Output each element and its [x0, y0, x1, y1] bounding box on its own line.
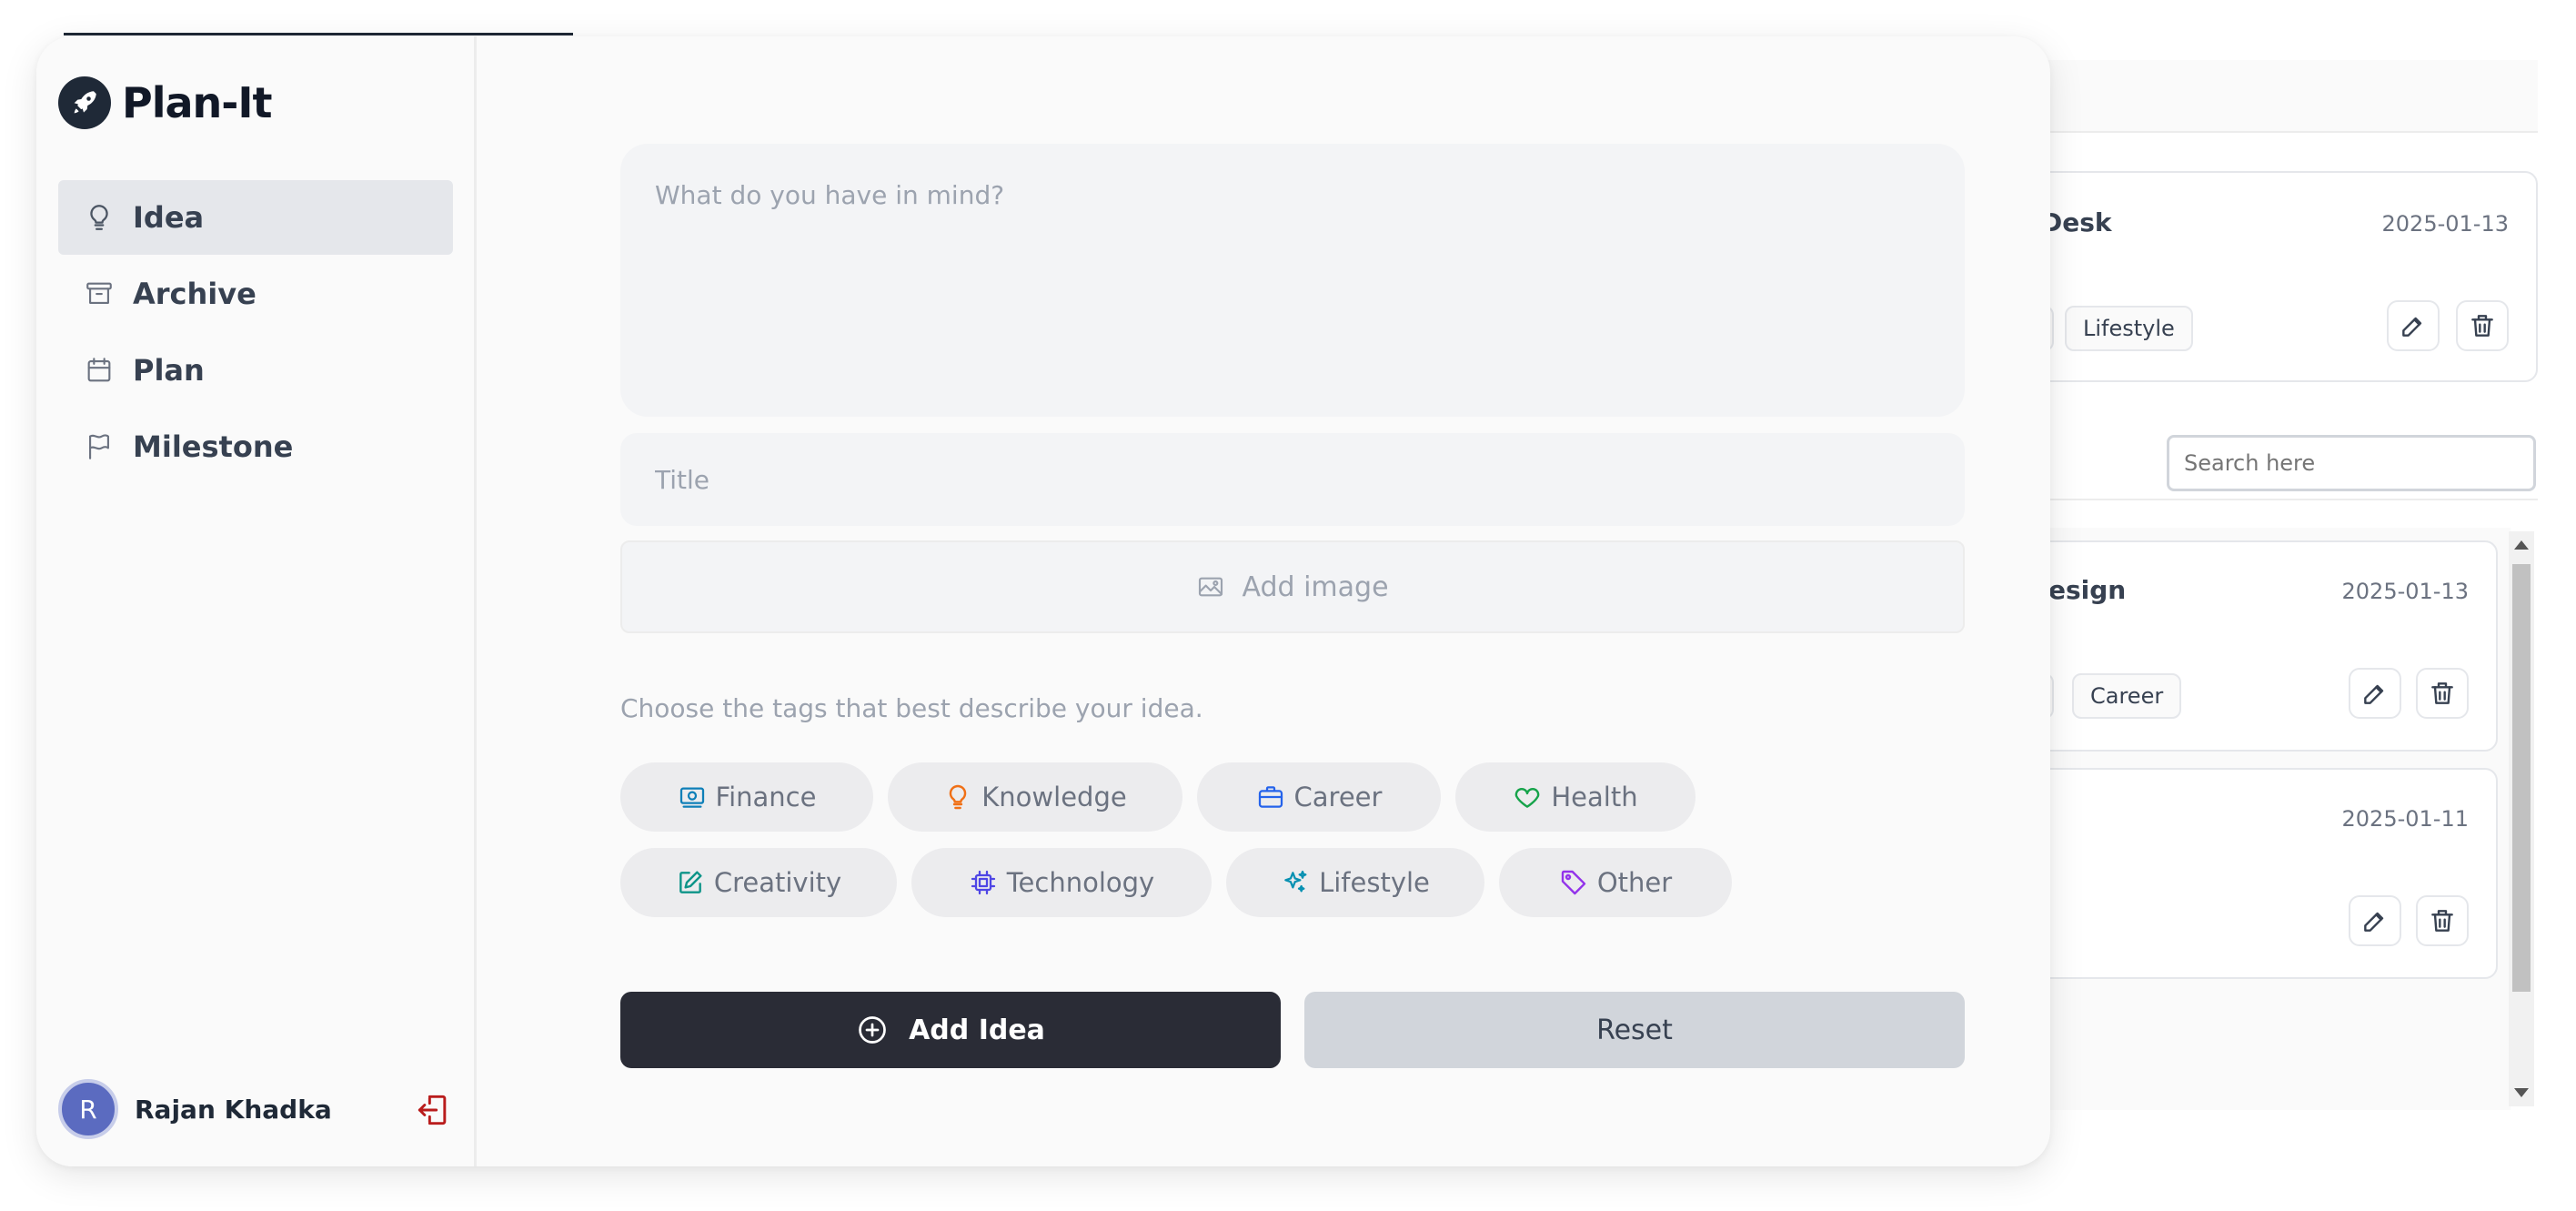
- trash-icon: [2471, 315, 2493, 337]
- add-idea-label: Add Idea: [909, 1014, 1045, 1046]
- card-date: 2025-01-11: [2341, 806, 2469, 832]
- tag-lifestyle[interactable]: Lifestyle: [1226, 848, 1484, 917]
- title-input[interactable]: [620, 433, 1965, 526]
- heart-icon: [1515, 788, 1540, 808]
- scrollbar[interactable]: [2509, 531, 2534, 1106]
- tag-other[interactable]: Other: [1499, 848, 1732, 917]
- background-divider: [2001, 499, 2538, 500]
- sparkles-icon: [1284, 870, 1307, 893]
- search-input[interactable]: [2167, 435, 2536, 491]
- edit-icon: [2364, 912, 2384, 932]
- trash-icon: [2431, 682, 2453, 704]
- background-header: [2001, 60, 2538, 133]
- edit-icon: [2364, 684, 2384, 704]
- tag-technology[interactable]: Technology: [911, 848, 1212, 917]
- card-tag: Career: [2072, 673, 2182, 719]
- tag-creativity[interactable]: Creativity: [620, 848, 897, 917]
- plus-circle-icon: [859, 1016, 886, 1044]
- flag-icon: [89, 434, 109, 459]
- sidebar-item-plan[interactable]: Plan: [58, 333, 453, 408]
- card-date: 2025-01-13: [2341, 579, 2469, 604]
- idea-card[interactable]: esign 2025-01-13 Career: [1983, 540, 2498, 752]
- sidebar-item-label: Idea: [133, 200, 205, 235]
- pencil-square-icon: [679, 871, 702, 893]
- scroll-thumb[interactable]: [2512, 564, 2531, 992]
- sidebar: Plan-It Idea Archive Plan Milestone R Ra…: [36, 36, 477, 1166]
- card-date: 2025-01-13: [2381, 211, 2509, 237]
- tag-knowledge[interactable]: Knowledge: [888, 762, 1182, 832]
- idea-textarea[interactable]: [620, 144, 1965, 417]
- sidebar-item-label: Plan: [133, 353, 205, 388]
- tag-label: Creativity: [713, 867, 842, 898]
- idea-card[interactable]: Desk 2025-01-13 Lifestyle: [1983, 171, 2538, 382]
- briefcase-icon: [1258, 786, 1283, 808]
- user-profile[interactable]: R Rajan Khadka: [58, 1077, 453, 1141]
- reset-label: Reset: [1596, 1014, 1673, 1046]
- archive-icon: [86, 282, 112, 304]
- tag-label: Knowledge: [981, 782, 1127, 812]
- avatar[interactable]: R: [58, 1079, 118, 1139]
- background-underline: [64, 33, 573, 35]
- sidebar-item-label: Milestone: [133, 429, 294, 464]
- reset-button[interactable]: Reset: [1304, 992, 1965, 1068]
- user-name: Rajan Khadka: [135, 1094, 332, 1125]
- card-title: esign: [2048, 575, 2127, 605]
- tag-finance[interactable]: Finance: [620, 762, 873, 832]
- app-name: Plan-It: [122, 78, 272, 127]
- edit-button[interactable]: [2349, 668, 2401, 719]
- tag-career[interactable]: Career: [1197, 762, 1441, 832]
- rocket-icon: [58, 76, 111, 129]
- brand[interactable]: Plan-It: [58, 76, 272, 129]
- trash-icon: [2431, 910, 2453, 932]
- edit-button[interactable]: [2349, 895, 2401, 946]
- idea-list: esign 2025-01-13 Career 2025-01-11: [1983, 528, 2511, 1110]
- logout-icon[interactable]: [413, 1090, 453, 1130]
- lightbulb-icon: [90, 205, 108, 230]
- chip-icon: [971, 870, 995, 895]
- sidebar-item-idea[interactable]: Idea: [58, 180, 453, 255]
- add-image-button[interactable]: Add image: [620, 540, 1965, 633]
- scroll-down-arrow[interactable]: [2514, 1088, 2529, 1097]
- edit-button[interactable]: [2387, 300, 2440, 351]
- sidebar-item-milestone[interactable]: Milestone: [58, 409, 453, 484]
- tag-label: Finance: [715, 782, 817, 812]
- add-image-label: Add image: [1242, 570, 1389, 603]
- tag-icon: [1561, 870, 1586, 895]
- lightbulb-icon: [950, 784, 967, 810]
- sidebar-nav: Idea Archive Plan Milestone: [58, 180, 453, 486]
- delete-button[interactable]: [2416, 895, 2469, 946]
- idea-card[interactable]: 2025-01-11: [1983, 768, 2498, 979]
- tag-label: Other: [1596, 867, 1673, 898]
- add-idea-modal: Plan-It Idea Archive Plan Milestone R Ra…: [36, 36, 2050, 1166]
- idea-form: Add image Choose the tags that best desc…: [477, 36, 2050, 1166]
- image-icon: [1199, 577, 1223, 597]
- edit-icon: [2402, 317, 2422, 337]
- card-tag: Lifestyle: [2065, 306, 2193, 351]
- tag-health[interactable]: Health: [1455, 762, 1696, 832]
- tag-label: Technology: [1006, 867, 1155, 898]
- tag-label: Lifestyle: [1319, 867, 1430, 898]
- sidebar-item-archive[interactable]: Archive: [58, 257, 453, 331]
- add-idea-button[interactable]: Add Idea: [620, 992, 1281, 1068]
- scroll-up-arrow[interactable]: [2514, 540, 2529, 550]
- tag-label: Health: [1551, 782, 1638, 812]
- delete-button[interactable]: [2416, 668, 2469, 719]
- delete-button[interactable]: [2456, 300, 2509, 351]
- card-title: Desk: [2041, 207, 2112, 237]
- sidebar-item-label: Archive: [133, 277, 257, 311]
- calendar-icon: [87, 358, 111, 382]
- banknote-icon: [679, 787, 704, 808]
- tag-prompt: Choose the tags that best describe your …: [620, 693, 1203, 723]
- tag-label: Career: [1293, 782, 1383, 812]
